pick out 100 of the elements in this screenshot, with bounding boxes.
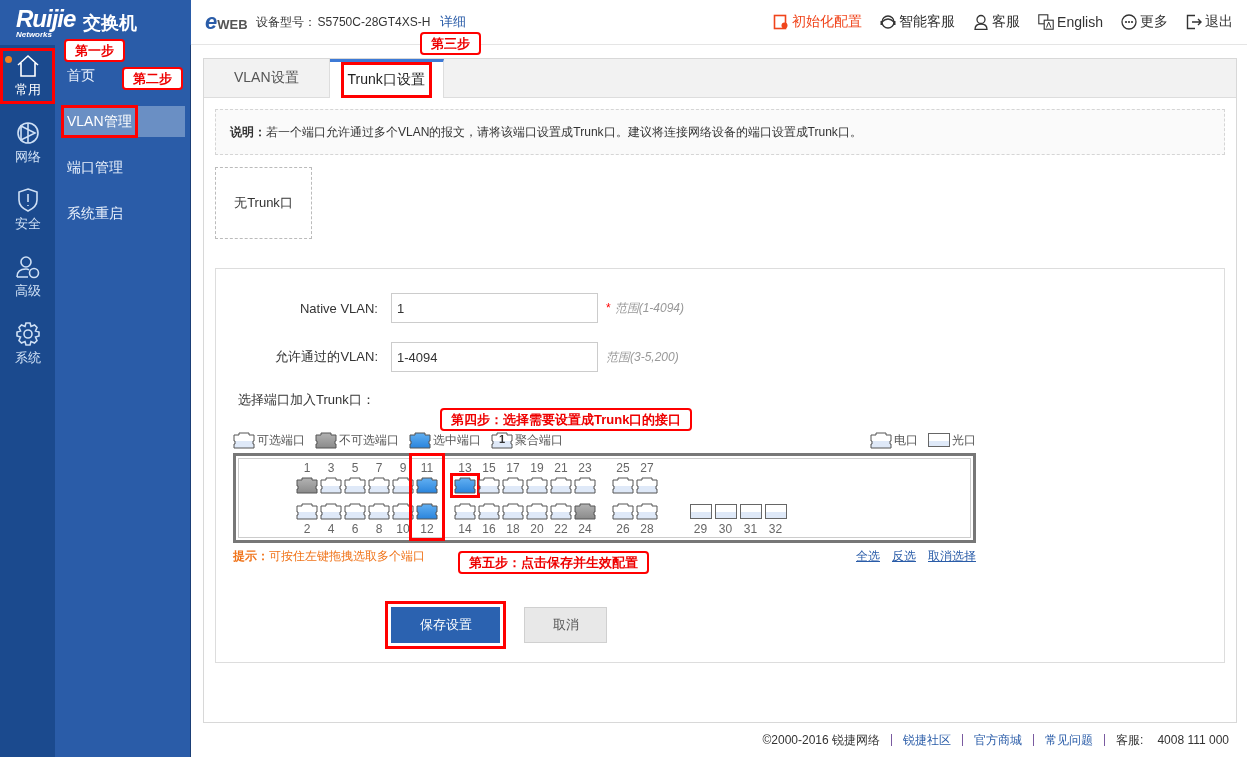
- tab[interactable]: VLAN设置: [204, 59, 330, 97]
- step-callout: 第二步: [122, 67, 183, 90]
- port-number: 20: [530, 522, 544, 536]
- unavailable-port-icon[interactable]: [574, 503, 596, 520]
- submenu-item[interactable]: 端口管理: [62, 152, 128, 183]
- available-port-icon[interactable]: [526, 503, 548, 520]
- port-number: 26: [616, 522, 630, 536]
- port-number: 3: [327, 461, 335, 475]
- available-port-icon[interactable]: [478, 503, 500, 520]
- port-number: 32: [768, 522, 783, 536]
- device-model: S5750C-28GT4XS-H: [317, 15, 431, 29]
- available-port-icon[interactable]: [502, 477, 524, 494]
- available-port-icon[interactable]: [612, 503, 634, 520]
- cancel-button[interactable]: 取消: [524, 607, 607, 643]
- legend-label: 光口: [952, 431, 976, 449]
- detail-link[interactable]: 详细: [440, 13, 467, 31]
- nav-item[interactable]: 系统: [0, 316, 55, 372]
- footer-link[interactable]: 官方商城: [974, 731, 1023, 749]
- port-number: 7: [375, 461, 383, 475]
- nav-item[interactable]: 网络: [0, 115, 55, 171]
- nav-item[interactable]: 安全: [0, 182, 55, 238]
- port-number: 13: [458, 461, 472, 475]
- header-action[interactable]: 初始化配置: [773, 13, 863, 31]
- footer-link[interactable]: 锐捷社区: [903, 731, 952, 749]
- settings-icon: [14, 321, 41, 347]
- available-port-icon[interactable]: [574, 477, 596, 494]
- available-port-icon[interactable]: [320, 477, 342, 494]
- header-action[interactable]: English: [1038, 13, 1103, 31]
- port-number: 15: [482, 461, 496, 475]
- available-port-icon[interactable]: [344, 503, 366, 520]
- port-number: 14: [458, 522, 472, 536]
- available-port-icon[interactable]: [368, 503, 390, 520]
- submenu-item[interactable]: 系统重启: [62, 198, 128, 229]
- port-number: 30: [718, 522, 733, 536]
- port-number: 19: [530, 461, 544, 475]
- fiber-port-icon[interactable]: [714, 504, 737, 519]
- available-port-icon[interactable]: [320, 503, 342, 520]
- available-port-icon[interactable]: [368, 477, 390, 494]
- footer-link[interactable]: 常见问题: [1045, 731, 1094, 749]
- fiber-port-icon[interactable]: [689, 504, 712, 519]
- available-port-icon[interactable]: [550, 477, 572, 494]
- nav-item[interactable]: 常用: [0, 48, 55, 104]
- port-number: 31: [743, 522, 758, 536]
- step-callout: 第一步: [64, 39, 125, 62]
- available-port-icon[interactable]: [636, 503, 658, 520]
- available-port-icon[interactable]: [526, 477, 548, 494]
- available-port-icon[interactable]: [636, 477, 658, 494]
- port-prompt: 选择端口加入Trunk口：: [237, 391, 376, 409]
- available-port-icon[interactable]: [502, 503, 524, 520]
- notice-text: 说明：若一个端口允许通过多个VLAN的报文，请将该端口设置成Trunk口。建议将连接网络设备的端口设置成Trunk口。: [215, 109, 1225, 155]
- eweb-logo: eWEB: [205, 9, 248, 35]
- aggregate-port-icon: 1: [491, 431, 513, 449]
- available-port-icon[interactable]: [478, 477, 500, 494]
- headset-icon: [880, 14, 897, 30]
- port-number: 28: [640, 522, 654, 536]
- available-port-icon[interactable]: [550, 503, 572, 520]
- header-action[interactable]: 更多: [1121, 13, 1168, 31]
- selection-link[interactable]: 全选: [856, 548, 880, 565]
- tab[interactable]: Trunk口设置: [329, 59, 444, 98]
- submenu-item[interactable]: 首页: [62, 60, 100, 91]
- header-action[interactable]: 客服: [973, 13, 1021, 31]
- port-number: 23: [578, 461, 592, 475]
- available-port-icon[interactable]: [454, 503, 476, 520]
- legend-label: 可选端口: [257, 431, 305, 449]
- port-number: 4: [327, 522, 335, 536]
- port-number: 2: [303, 522, 311, 536]
- port-number: 5: [351, 461, 359, 475]
- legend-label: 选中端口: [433, 431, 481, 449]
- port-number: 12: [420, 522, 434, 536]
- port-number: 25: [616, 461, 630, 475]
- selected-port-icon[interactable]: [416, 503, 438, 520]
- header-action[interactable]: 智能客服: [880, 13, 956, 31]
- more-icon: [1121, 14, 1137, 30]
- port-number: 18: [506, 522, 520, 536]
- port-number: 27: [640, 461, 654, 475]
- selection-link[interactable]: 反选: [892, 548, 916, 565]
- fiber-port-icon[interactable]: [764, 504, 787, 519]
- device-model-label: 设备型号：: [255, 13, 316, 31]
- available-port-icon[interactable]: [612, 477, 634, 494]
- input-field[interactable]: 1: [391, 293, 598, 323]
- port-number: 11: [420, 461, 434, 475]
- selection-link[interactable]: 取消选择: [928, 548, 976, 565]
- available-port-icon[interactable]: [296, 503, 318, 520]
- header-action[interactable]: 退出: [1186, 13, 1233, 31]
- fiber-port-icon[interactable]: [739, 504, 762, 519]
- unavailable-port-icon[interactable]: [296, 477, 318, 494]
- hint-text: 提示：可按住左键拖拽选取多个端口: [233, 548, 425, 565]
- input-field[interactable]: 1-4094: [391, 342, 598, 372]
- port-number: 17: [506, 461, 520, 475]
- brand-logo: Ruijie Networks: [16, 6, 76, 39]
- port-number: 9: [399, 461, 407, 475]
- port-number: 16: [482, 522, 496, 536]
- step-callout: 第三步: [420, 32, 481, 55]
- nav-item[interactable]: 高级: [0, 249, 55, 305]
- translate-icon: [1038, 14, 1055, 30]
- hotline-label: 客服:: [1116, 731, 1144, 749]
- selected-port-icon[interactable]: [416, 477, 438, 494]
- save-button[interactable]: 保存设置: [385, 601, 506, 649]
- available-port-icon[interactable]: [344, 477, 366, 494]
- logout-icon: [1186, 14, 1202, 30]
